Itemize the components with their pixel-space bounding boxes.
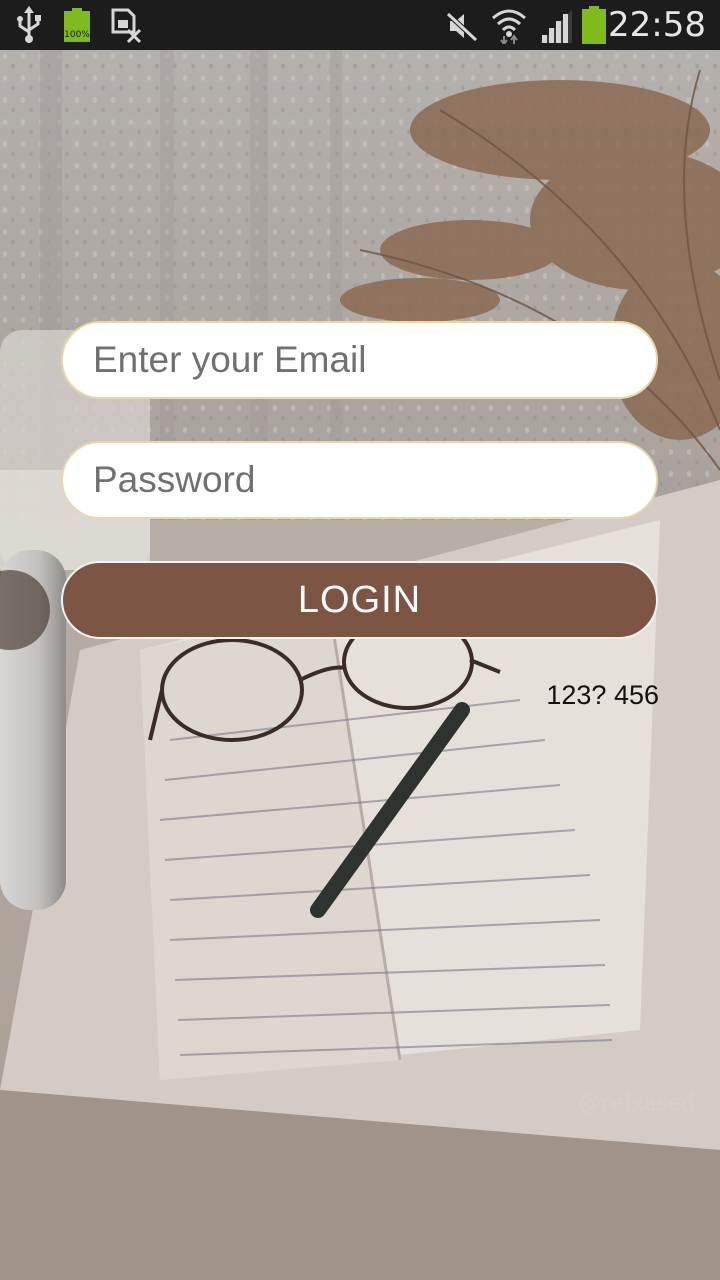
signal-icon (540, 10, 572, 43)
usb-icon (17, 6, 41, 43)
status-time: 22:58 (608, 5, 706, 45)
helper-link[interactable]: 123? 456 (546, 680, 659, 711)
watermark-text: @relxased (579, 1091, 696, 1116)
password-field[interactable] (61, 441, 658, 519)
background-photo: @relxased (0, 50, 720, 1280)
battery-full-icon: 100% (64, 8, 90, 42)
battery-icon (582, 6, 606, 44)
wifi-icon (492, 9, 526, 44)
login-button[interactable]: LOGIN (61, 561, 658, 639)
email-field[interactable] (61, 321, 658, 399)
battery-percent-label: 100% (64, 30, 90, 40)
status-bar: 100% 22:58 (0, 0, 720, 50)
login-screen: 100% 22:58 @relxased Enter your Email LO… (0, 0, 720, 1280)
mute-icon (446, 12, 478, 42)
sim-card-error-icon (111, 8, 142, 44)
